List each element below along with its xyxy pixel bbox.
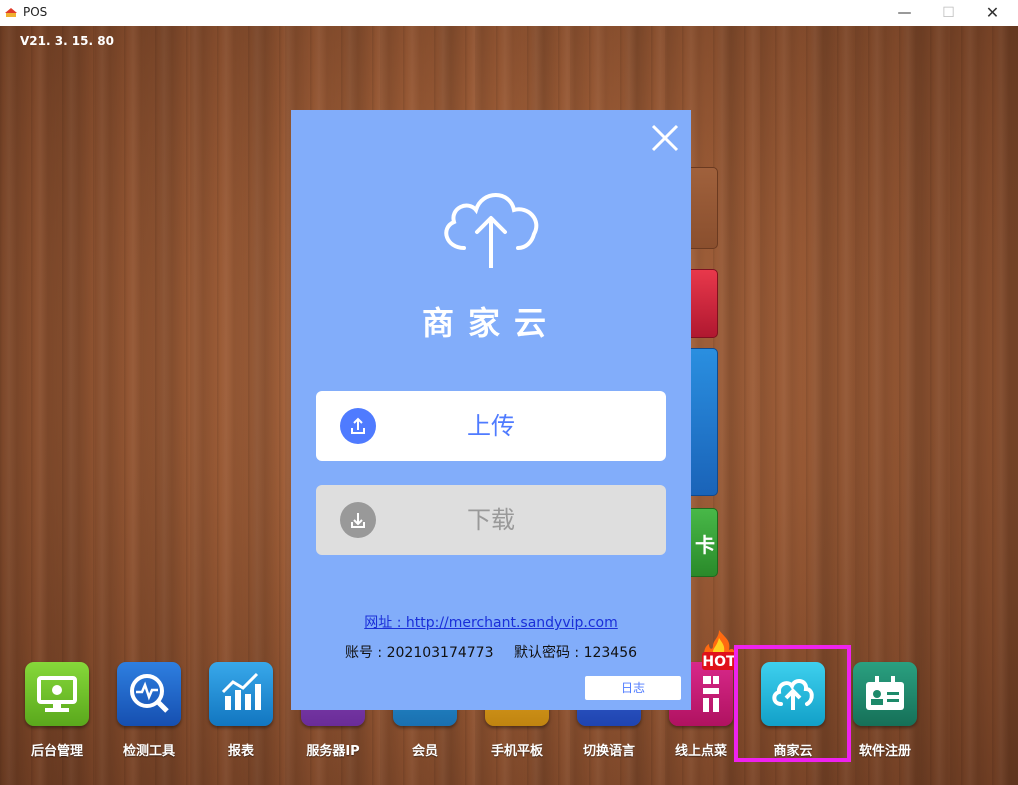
tile-hidden-4-text: 卡 bbox=[695, 533, 715, 557]
app-logo-icon bbox=[5, 8, 17, 17]
upload-button[interactable]: 上传 bbox=[316, 391, 666, 461]
upload-label: 上传 bbox=[467, 412, 515, 440]
maximize-button[interactable]: ☐ bbox=[926, 0, 971, 26]
dock-label-language: 切换语言 bbox=[582, 744, 635, 759]
download-button[interactable]: 下载 bbox=[316, 485, 666, 555]
account-info: 账号 : 202103174773 默认密码 : 123456 bbox=[291, 642, 691, 662]
bar-chart-icon bbox=[209, 662, 273, 726]
hot-badge-text: HOT bbox=[702, 654, 736, 670]
monitor-gear-icon bbox=[25, 662, 89, 726]
dock-label-member: 会员 bbox=[411, 744, 438, 759]
selection-highlight bbox=[734, 645, 851, 762]
dock-reports[interactable] bbox=[208, 662, 274, 726]
dock-software-register[interactable] bbox=[852, 662, 918, 726]
dock-label-detection: 检测工具 bbox=[122, 744, 175, 759]
dock-label-backend: 后台管理 bbox=[30, 744, 83, 759]
dock-detection-tool[interactable] bbox=[116, 662, 182, 726]
window-title: POS bbox=[23, 5, 48, 19]
hot-badge-icon: HOT bbox=[702, 630, 736, 670]
account-label: 账号 : 202103174773 bbox=[344, 645, 494, 661]
dock-label-server-ip: 服务器IP bbox=[306, 744, 360, 759]
dock-backend-management[interactable] bbox=[24, 662, 90, 726]
close-window-button[interactable]: ✕ bbox=[970, 0, 1015, 26]
search-pulse-icon bbox=[117, 662, 181, 726]
password-label: 默认密码 : 123456 bbox=[513, 645, 638, 661]
id-card-icon bbox=[853, 662, 917, 726]
website-link[interactable]: 网址 : http://merchant.sandyvip.com bbox=[291, 612, 691, 632]
version-label: V21. 3. 15. 80 bbox=[20, 34, 114, 48]
dock-label-reports: 报表 bbox=[227, 744, 254, 759]
dock-label-register: 软件注册 bbox=[858, 744, 911, 759]
title-bar: POS — ☐ ✕ bbox=[0, 0, 1018, 27]
download-label: 下载 bbox=[467, 506, 515, 534]
log-button[interactable]: 日志 bbox=[585, 676, 681, 700]
dialog-close-icon[interactable] bbox=[647, 120, 683, 156]
dock-label-mobile: 手机平板 bbox=[490, 744, 543, 759]
merchant-cloud-dialog: 商家云 上传 下载 网址 : http://merchant.sandyvip.… bbox=[291, 110, 691, 710]
dialog-title: 商家云 bbox=[421, 304, 560, 342]
cloud-upload-icon bbox=[444, 193, 539, 268]
minimize-button[interactable]: — bbox=[882, 0, 927, 26]
